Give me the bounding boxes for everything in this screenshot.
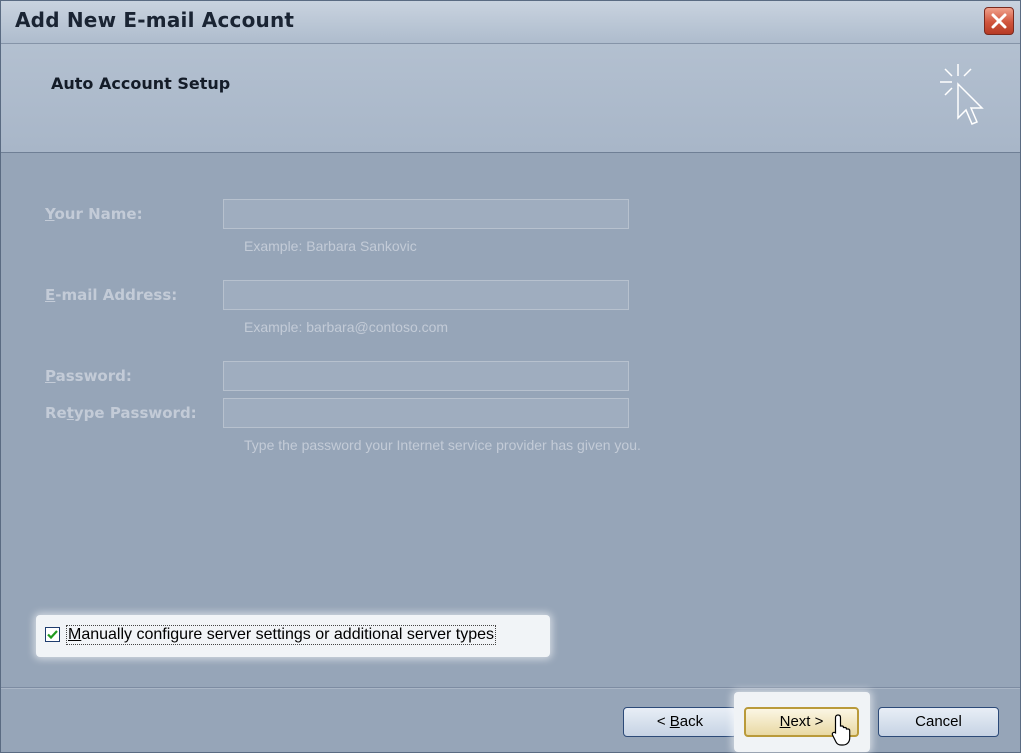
- retype-password-input[interactable]: [223, 398, 629, 428]
- manual-config-label: Manually configure server settings or ad…: [66, 625, 496, 645]
- cancel-button[interactable]: Cancel: [878, 707, 999, 737]
- cursor-sparkle-icon: [940, 64, 984, 125]
- your-name-input[interactable]: [223, 199, 629, 229]
- page-title: Auto Account Setup: [51, 74, 231, 93]
- footer-divider-highlight: [1, 688, 1020, 689]
- wizard-header: Auto Account Setup: [1, 44, 1020, 153]
- mouse-pointer-icon: [831, 714, 851, 746]
- password-hint: Type the password your Internet service …: [244, 437, 641, 453]
- checkmark-icon: [47, 630, 58, 640]
- close-icon: [991, 13, 1007, 29]
- back-button[interactable]: < Back: [623, 707, 737, 737]
- password-label: Password:: [45, 367, 132, 385]
- email-address-hint: Example: barbara@contoso.com: [244, 319, 449, 335]
- window-title: Add New E-mail Account: [15, 8, 295, 32]
- your-name-label: Your Name:: [45, 205, 143, 223]
- email-address-input[interactable]: [223, 280, 629, 310]
- title-bar: Add New E-mail Account: [1, 1, 1020, 44]
- your-name-hint: Example: Barbara Sankovic: [244, 238, 417, 254]
- password-input[interactable]: [223, 361, 629, 391]
- manual-config-option[interactable]: Manually configure server settings or ad…: [36, 615, 550, 657]
- retype-password-label: Retype Password:: [45, 404, 197, 422]
- dialog-window: Add New E-mail Account Auto Account Setu…: [0, 0, 1021, 753]
- manual-config-checkbox[interactable]: [45, 627, 60, 642]
- email-address-label: E-mail Address:: [45, 286, 178, 304]
- close-button[interactable]: [984, 7, 1014, 35]
